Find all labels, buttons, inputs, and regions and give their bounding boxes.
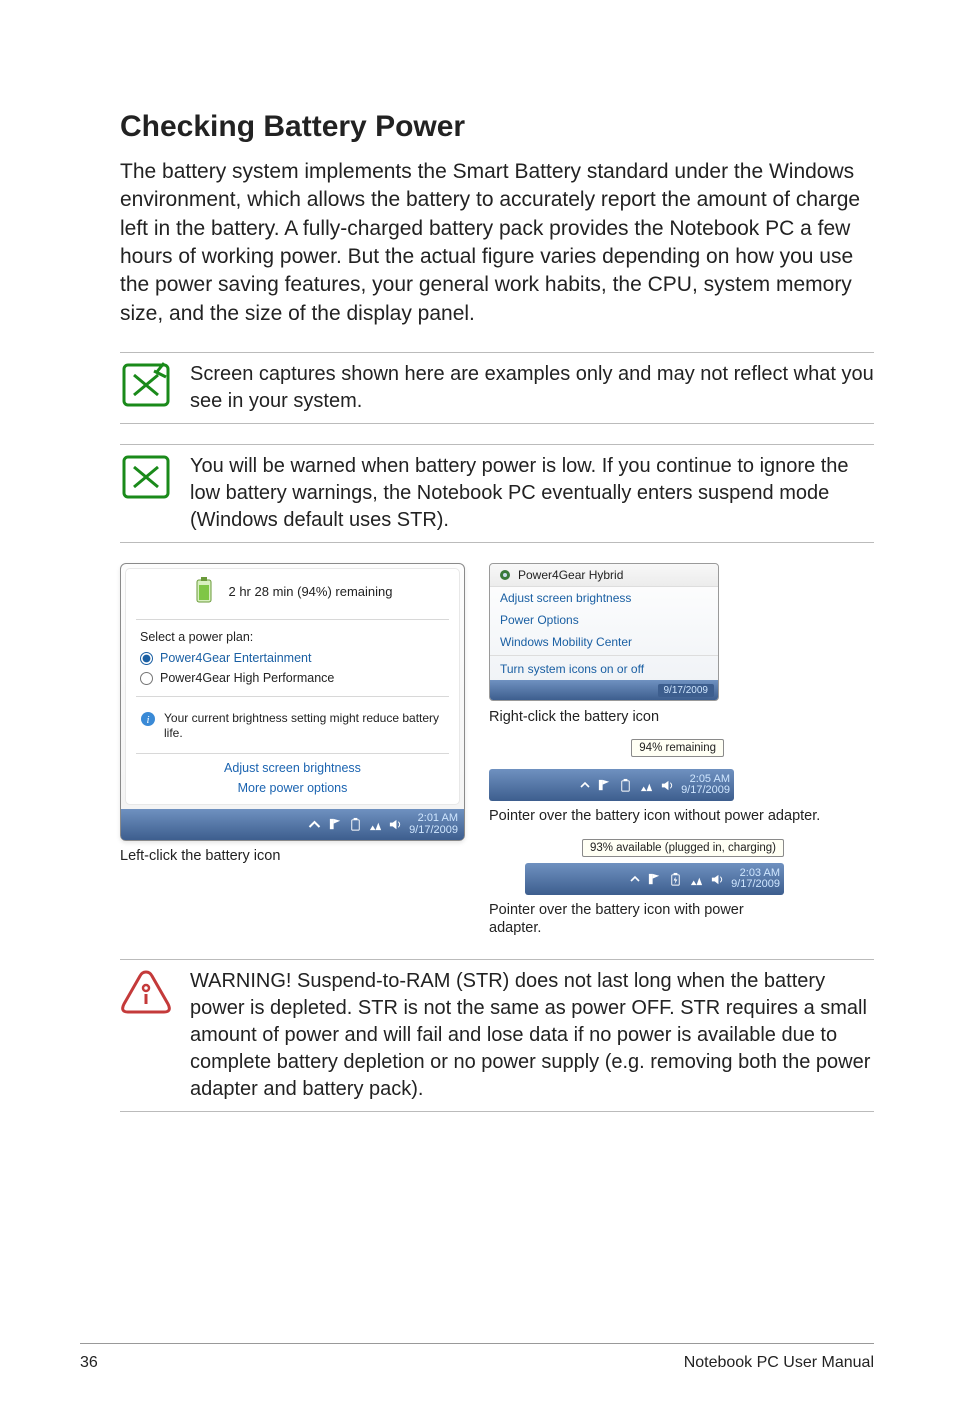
plan-option-entertainment[interactable]: Power4Gear Entertainment (126, 648, 459, 668)
battery-charging-icon[interactable] (668, 872, 683, 887)
context-menu: Power4Gear Hybrid Adjust screen brightne… (489, 563, 719, 701)
battery-icon (192, 577, 216, 605)
taskbar-clock[interactable]: 2:05 AM 9/17/2009 (681, 774, 730, 797)
intro-paragraph: The battery system implements the Smart … (120, 158, 874, 328)
link-adjust-brightness[interactable]: Adjust screen brightness (126, 758, 459, 778)
gear-icon (498, 568, 512, 582)
menu-title-row[interactable]: Power4Gear Hybrid (490, 564, 718, 587)
frag-date: 9/17/2009 (658, 684, 715, 697)
radio-unselected[interactable] (140, 672, 153, 685)
info-icon: i (140, 711, 156, 727)
note-block-2: You will be warned when battery power is… (120, 444, 874, 543)
warning-icon (120, 968, 172, 1016)
network-icon[interactable] (639, 778, 654, 793)
hover-with-adapter: 93% available (plugged in, charging) 2:0… (489, 839, 784, 895)
battery-flyout: 2 hr 28 min (94%) remaining Select a pow… (120, 563, 465, 841)
network-icon[interactable] (368, 817, 383, 832)
remaining-text: 2 hr 28 min (94%) remaining (228, 584, 392, 599)
book-title: Notebook PC User Manual (684, 1354, 874, 1372)
network-icon[interactable] (689, 872, 704, 887)
plan-title: Select a power plan: (126, 624, 459, 648)
page-footer: 36 Notebook PC User Manual (80, 1343, 874, 1372)
chevron-up-icon[interactable] (629, 873, 641, 885)
svg-text:i: i (146, 714, 149, 726)
radio-selected[interactable] (140, 652, 153, 665)
flag-icon[interactable] (328, 817, 343, 832)
note-icon (120, 453, 172, 501)
menu-item-mobility[interactable]: Windows Mobility Center (490, 631, 718, 653)
chevron-up-icon[interactable] (307, 817, 322, 832)
clock-date: 9/17/2009 (681, 785, 730, 797)
taskbar-clock[interactable]: 2:01 AM 9/17/2009 (409, 813, 458, 836)
menu-item-system-icons[interactable]: Turn system icons on or off (490, 658, 718, 680)
link-more-power-options[interactable]: More power options (126, 778, 459, 798)
plan-option-high-perf[interactable]: Power4Gear High Performance (126, 668, 459, 688)
speaker-icon[interactable] (660, 778, 675, 793)
speaker-icon[interactable] (388, 817, 403, 832)
speaker-icon[interactable] (710, 872, 725, 887)
menu-title: Power4Gear Hybrid (518, 568, 623, 582)
battery-tray-icon[interactable] (348, 817, 363, 832)
plan-label: Power4Gear Entertainment (160, 651, 311, 665)
menu-item-power-options[interactable]: Power Options (490, 609, 718, 631)
brightness-info: Your current brightness setting might re… (164, 711, 445, 741)
page-number: 36 (80, 1354, 98, 1372)
note-text-1: Screen captures shown here are examples … (190, 361, 874, 415)
chevron-up-icon[interactable] (579, 779, 591, 791)
caption-hover1: Pointer over the battery icon without po… (489, 807, 859, 825)
menu-item-brightness[interactable]: Adjust screen brightness (490, 587, 718, 609)
note-block-1: Screen captures shown here are examples … (120, 352, 874, 424)
note-text-2: You will be warned when battery power is… (190, 453, 874, 534)
battery-tray-icon[interactable] (618, 778, 633, 793)
note-icon (120, 361, 172, 409)
caption-right-click: Right-click the battery icon (489, 709, 859, 725)
hover-no-adapter: 94% remaining 2:05 AM 9/17/2009 (489, 739, 734, 801)
tooltip-remaining: 94% remaining (631, 739, 724, 757)
clock-date: 9/17/2009 (409, 825, 458, 837)
caption-hover2: Pointer over the battery icon with power… (489, 901, 749, 937)
clock-date: 9/17/2009 (731, 879, 780, 891)
taskbar-clock[interactable]: 2:03 AM 9/17/2009 (731, 868, 780, 891)
taskbar-fragment: 9/17/2009 (490, 680, 718, 700)
caption-left: Left-click the battery icon (120, 847, 465, 865)
plan-label: Power4Gear High Performance (160, 671, 334, 685)
tooltip-charging: 93% available (plugged in, charging) (582, 839, 784, 857)
warning-block: WARNING! Suspend-to-RAM (STR) does not l… (120, 959, 874, 1112)
flag-icon[interactable] (597, 778, 612, 793)
taskbar: 2:01 AM 9/17/2009 (121, 809, 464, 840)
flag-icon[interactable] (647, 872, 662, 887)
clock-time: 2:01 AM (409, 813, 458, 825)
warning-text: WARNING! Suspend-to-RAM (STR) does not l… (190, 968, 874, 1103)
page-heading: Checking Battery Power (120, 110, 874, 144)
